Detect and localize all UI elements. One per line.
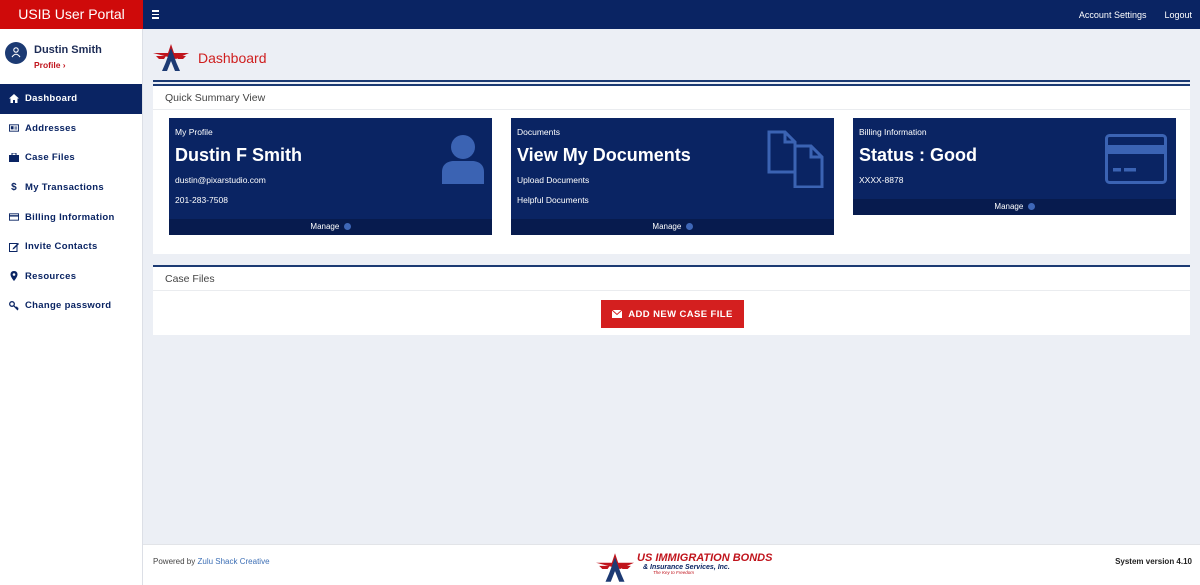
plus-circle-icon [343,223,351,230]
plus-circle-icon [685,223,693,230]
app-title[interactable]: USIB User Portal [0,0,143,29]
billing-card: Billing Information Status : Good XXXX-8… [853,118,1176,215]
manage-billing-link[interactable]: Manage [853,199,1176,215]
profile-email: dustin@pixarstudio.com [175,175,266,185]
manage-label: Manage [310,222,340,231]
manage-profile-link[interactable]: Manage [169,219,492,235]
home-icon [9,94,19,104]
footer: Powered by Zulu Shack Creative US IMMIGR… [143,544,1200,585]
sidebar-item-my-transactions[interactable]: $ My Transactions [0,173,142,203]
card-title: View My Documents [517,145,691,165]
page-header: Dashboard [153,43,267,73]
sidebar-item-label: Resources [25,270,77,282]
top-bar: USIB User Portal Account Settings Logout [0,0,1200,29]
plus-circle-icon [1027,203,1035,210]
card-title: Dustin F Smith [175,145,302,165]
panel-title: Quick Summary View [153,86,1190,110]
sidebar-item-label: Invite Contacts [25,241,98,253]
user-block: Dustin Smith Profile › [0,29,142,84]
dollar-icon: $ [11,182,17,194]
profile-card: My Profile Dustin F Smith dustin@pixarst… [169,118,492,235]
avatar[interactable] [5,42,27,64]
logo-line1: US IMMIGRATION BONDS [637,552,773,564]
sidebar-nav: Dashboard Addresses Case Files $ My Tran… [0,84,142,321]
card-number: XXXX-8878 [859,175,904,185]
star-logo-icon [153,44,189,71]
edit-icon [9,242,19,252]
powered-by-link[interactable]: Zulu Shack Creative [197,557,269,566]
top-links: Account Settings Logout [1079,0,1192,29]
credit-card-icon [1105,134,1167,184]
button-label: ADD NEW CASE FILE [628,308,733,320]
sidebar-item-label: Change password [25,300,112,312]
briefcase-icon [9,153,19,163]
manage-label: Manage [994,202,1024,211]
address-card-icon [9,123,19,133]
page-title: Dashboard [198,50,267,66]
sidebar-item-label: Case Files [25,152,75,164]
company-logo: US IMMIGRATION BONDS & Insurance Service… [596,553,772,583]
sidebar-item-label: Addresses [25,122,77,134]
sidebar: Dustin Smith Profile › Dashboard Address… [0,29,143,585]
sidebar-item-case-files[interactable]: Case Files [0,143,142,173]
powered-by: Powered by Zulu Shack Creative [153,557,270,566]
helpful-documents-link[interactable]: Helpful Documents [517,195,589,205]
user-avatar-icon [11,47,21,58]
sidebar-item-dashboard[interactable]: Dashboard [0,84,142,114]
sidebar-item-change-password[interactable]: Change password [0,291,142,321]
upload-documents-link[interactable]: Upload Documents [517,175,589,185]
add-new-case-file-button[interactable]: ADD NEW CASE FILE [601,300,744,328]
documents-card: Documents View My Documents Upload Docum… [511,118,834,235]
user-icon [442,135,484,184]
credit-card-icon [9,212,19,222]
manage-documents-link[interactable]: Manage [511,219,834,235]
sidebar-item-label: Dashboard [25,93,78,105]
quick-summary-panel: Quick Summary View My Profile Dustin F S… [153,84,1190,254]
sidebar-item-invite-contacts[interactable]: Invite Contacts [0,232,142,262]
sidebar-item-addresses[interactable]: Addresses [0,114,142,144]
documents-icon [767,130,824,188]
profile-phone: 201-283-7508 [175,195,228,205]
card-label: Billing Information [859,127,927,137]
profile-link[interactable]: Profile › [34,60,66,70]
sidebar-item-label: My Transactions [25,182,104,194]
sidebar-item-billing-information[interactable]: Billing Information [0,202,142,232]
case-files-panel: Case Files ADD NEW CASE FILE [153,265,1190,335]
card-label: My Profile [175,127,213,137]
account-settings-link[interactable]: Account Settings [1079,10,1147,20]
panel-title: Case Files [153,267,1190,291]
main-content: Dashboard Quick Summary View My Profile … [143,29,1200,544]
envelope-icon [612,310,623,318]
key-icon [9,301,19,311]
manage-label: Manage [652,222,682,231]
star-logo-icon [596,553,634,582]
user-name: Dustin Smith [34,44,102,56]
sidebar-item-label: Billing Information [25,211,115,223]
map-pin-icon [9,271,19,282]
logout-link[interactable]: Logout [1164,10,1192,20]
card-title: Status : Good [859,145,977,165]
sidebar-item-resources[interactable]: Resources [0,262,142,292]
header-divider [153,80,1190,82]
system-version: System version 4.10 [1115,557,1192,566]
hamburger-menu-icon[interactable] [152,7,164,21]
card-label: Documents [517,127,560,137]
powered-by-text: Powered by [153,557,196,566]
logo-tagline: The Key to Freedom [653,570,695,575]
